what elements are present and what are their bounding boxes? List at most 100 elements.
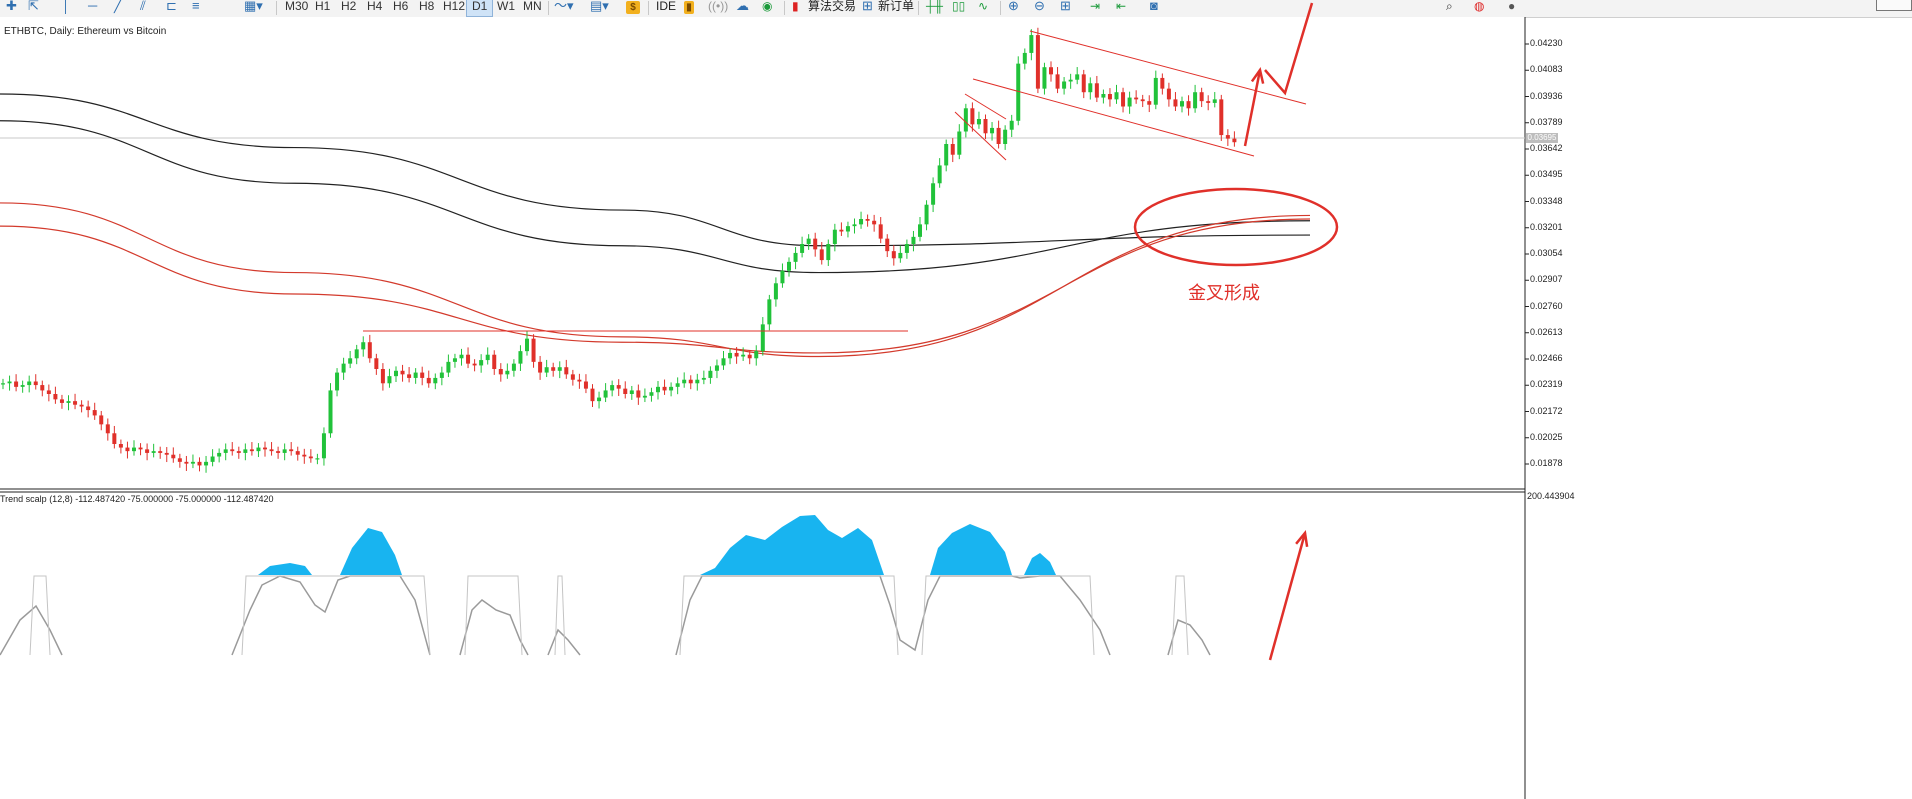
candle-body: [184, 461, 189, 464]
candle-body: [898, 252, 903, 259]
price-axis-label: 0.03789: [1530, 116, 1563, 127]
candle-body: [1173, 99, 1178, 107]
oscillator: [0, 515, 1211, 656]
candle-body: [957, 131, 962, 155]
candle-body: [66, 401, 71, 403]
candle-body: [623, 388, 628, 394]
candle-body: [577, 379, 582, 382]
candle-body: [118, 444, 123, 448]
candle-body: [1121, 92, 1126, 107]
candle-body: [649, 392, 654, 396]
candle-body: [839, 229, 844, 232]
candle-body: [53, 394, 58, 400]
candle-body: [1166, 88, 1171, 100]
candle-body: [760, 324, 765, 352]
indicator-arrow: [1268, 532, 1307, 661]
candle-body: [570, 374, 575, 380]
candle-body: [20, 385, 25, 387]
candle-body: [243, 449, 248, 453]
candle-body: [662, 386, 667, 391]
candle-body: [1225, 135, 1230, 139]
candle-body: [354, 349, 359, 359]
candle-body: [1081, 74, 1086, 93]
candle-body: [885, 238, 890, 252]
candle-body: [544, 367, 549, 373]
candle-body: [1022, 52, 1027, 64]
candle-body: [328, 390, 333, 434]
price-axis-label: 0.02025: [1530, 431, 1563, 442]
candle-body: [747, 354, 752, 359]
candle-body: [452, 358, 457, 362]
candle-body: [642, 395, 647, 398]
candle-body: [603, 390, 608, 398]
candle-body: [7, 381, 12, 384]
candle-body: [1003, 129, 1008, 144]
candle-body: [511, 363, 516, 371]
candle-body: [1062, 81, 1067, 89]
candle-body: [931, 183, 936, 205]
candle-body: [210, 456, 215, 462]
candle-body: [204, 461, 209, 466]
candle-body: [708, 370, 713, 378]
candle-body: [597, 397, 602, 402]
candle-body: [1199, 92, 1204, 102]
candle-body: [525, 338, 529, 352]
candle-body: [151, 451, 156, 453]
candle-body: [92, 410, 97, 416]
candle-body: [1042, 67, 1047, 89]
price-axis-label: 0.03495: [1530, 169, 1563, 180]
candle-body: [335, 372, 340, 391]
candle-body: [263, 447, 267, 450]
candle-body: [59, 399, 64, 403]
candle-body: [675, 383, 680, 387]
candle-body: [538, 361, 543, 373]
candle-body: [177, 458, 182, 462]
candle-body: [1186, 101, 1191, 109]
price-axis-label: 0.01878: [1530, 458, 1563, 468]
candle-body: [158, 451, 163, 453]
candle-body: [806, 238, 811, 244]
candle-body: [308, 456, 313, 459]
candle-body: [86, 406, 91, 411]
candle-body: [348, 358, 353, 364]
candle-body: [485, 354, 490, 361]
candle-body: [79, 404, 84, 407]
candle-body: [1107, 94, 1112, 100]
candle-body: [793, 252, 798, 262]
candle-body: [1, 383, 5, 385]
candle-body: [669, 386, 674, 391]
price-axis-label: 0.02907: [1530, 274, 1563, 285]
candle-body: [269, 449, 274, 452]
candle-body: [1153, 77, 1158, 105]
candle-body: [73, 401, 78, 405]
candle-body: [518, 351, 523, 364]
candle-body: [446, 361, 451, 373]
oscillator-step-line: [29, 575, 1189, 656]
candle-body: [1206, 101, 1211, 103]
candle-body: [387, 376, 392, 384]
candle-body: [780, 270, 785, 284]
candle-body: [190, 461, 195, 464]
oscillator-fill: [258, 563, 312, 575]
candle-body: [610, 385, 615, 391]
candle-body: [276, 451, 281, 453]
candle-body: [145, 449, 150, 453]
candle-body: [590, 388, 595, 402]
candle-body: [983, 119, 988, 134]
candle-body: [1101, 94, 1106, 98]
candle-body: [138, 447, 143, 450]
candle-body: [1029, 35, 1034, 53]
candle-body: [1134, 97, 1139, 100]
candle-body: [918, 224, 922, 237]
candle-body: [433, 377, 438, 384]
candle-body: [937, 165, 942, 184]
candle-body: [636, 390, 641, 398]
candle-body: [564, 367, 569, 375]
price-ticks: [1525, 43, 1529, 465]
candle-body: [1114, 92, 1119, 100]
chart-title: ETHBTC, Daily: Ethereum vs Bitcoin: [4, 26, 167, 37]
candle-body: [1055, 74, 1060, 89]
candle-body: [924, 204, 929, 225]
candle-body: [728, 352, 733, 359]
candle-body: [413, 372, 418, 378]
